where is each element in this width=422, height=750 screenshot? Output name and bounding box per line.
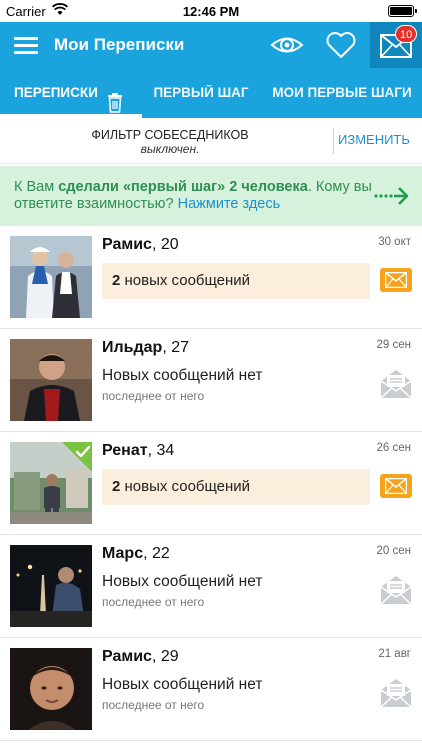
heart-icon[interactable] — [325, 30, 357, 60]
contact-name: Рамис, 29 — [102, 648, 179, 665]
open-chat-button[interactable] — [380, 268, 412, 292]
conversation-row[interactable]: Марс, 22 20 сен Новых сообщений нет посл… — [0, 535, 422, 638]
trash-icon[interactable] — [106, 84, 124, 113]
envelope-open-icon[interactable] — [379, 676, 413, 710]
new-messages-box[interactable]: 2 новых сообщений — [102, 469, 370, 505]
contact-name: Ренат, 34 — [102, 442, 175, 459]
message-date: 26 сен — [376, 442, 411, 454]
tab-my-first-steps[interactable]: МОИ ПЕРВЫЕ ШАГИ — [262, 68, 422, 118]
eye-icon[interactable] — [270, 30, 304, 60]
mail-icon — [385, 272, 407, 288]
clock: 12:46 PM — [182, 4, 240, 19]
message-date: 21 авг — [378, 648, 411, 660]
battery-icon — [388, 5, 417, 17]
envelope-open-icon[interactable] — [379, 367, 413, 401]
filter-state: выключен. — [140, 142, 200, 156]
change-filter-button[interactable]: ИЗМЕНИТЬ — [338, 132, 410, 147]
banner-link[interactable]: Нажмите здесь — [178, 196, 281, 212]
new-messages-label: новых сообщений — [120, 272, 251, 289]
banner-prefix: К Вам — [14, 179, 59, 195]
last-message-from: последнее от него — [102, 389, 205, 403]
app-bar: Мои Переписки 10 — [0, 22, 422, 68]
first-step-banner[interactable]: К Вам сделали «первый шаг» 2 человека. К… — [0, 166, 422, 226]
avatar[interactable] — [10, 339, 92, 421]
conversation-row[interactable]: Ильдар, 27 29 сен Новых сообщений нет по… — [0, 329, 422, 432]
last-message-from: последнее от него — [102, 698, 205, 712]
tab-bar: ПЕРЕПИСКИ ПЕРВЫЙ ШАГ МОИ ПЕРВЫЕ ШАГИ — [0, 68, 422, 118]
tab-conversations-label: ПЕРЕПИСКИ — [14, 85, 98, 100]
dotted-arrow-icon[interactable] — [374, 185, 410, 207]
filter-title: ФИЛЬТР СОБЕСЕДНИКОВ — [91, 128, 249, 142]
mail-icon — [385, 478, 407, 494]
avatar[interactable] — [10, 236, 92, 318]
filter-divider — [333, 128, 334, 154]
message-date: 30 окт — [378, 236, 411, 248]
conversation-list: Рамис, 20 30 окт 2 новых сообщений Ильда… — [0, 226, 422, 741]
menu-icon[interactable] — [14, 34, 38, 56]
no-new-messages: Новых сообщений нет — [102, 367, 263, 384]
avatar[interactable] — [10, 545, 92, 627]
open-chat-button[interactable] — [380, 474, 412, 498]
contact-name: Рамис, 20 — [102, 236, 179, 253]
envelope-open-icon[interactable] — [379, 573, 413, 607]
new-messages-label: новых сообщений — [120, 478, 251, 495]
tab-first-step[interactable]: ПЕРВЫЙ ШАГ — [142, 68, 260, 118]
last-message-from: последнее от него — [102, 595, 205, 609]
partner-filter: ФИЛЬТР СОБЕСЕДНИКОВ выключен. ИЗМЕНИТЬ — [0, 118, 422, 164]
banner-bold-text: сделали «первый шаг» 2 человека — [58, 179, 308, 195]
avatar[interactable] — [10, 648, 92, 730]
conversation-row[interactable]: Рамис, 20 30 окт 2 новых сообщений — [0, 226, 422, 329]
conversation-row[interactable]: Рамис, 29 21 авг Новых сообщений нет пос… — [0, 638, 422, 741]
conversation-row[interactable]: Ренат, 34 26 сен 2 новых сообщений — [0, 432, 422, 535]
no-new-messages: Новых сообщений нет — [102, 573, 263, 590]
message-date: 29 сен — [376, 339, 411, 351]
status-bar: Carrier 12:46 PM — [0, 0, 422, 22]
verified-check-icon — [62, 442, 92, 472]
message-date: 20 сен — [376, 545, 411, 557]
tab-conversations[interactable]: ПЕРЕПИСКИ — [0, 68, 142, 118]
banner-text: К Вам сделали «первый шаг» 2 человека. К… — [14, 179, 374, 213]
new-messages-box[interactable]: 2 новых сообщений — [102, 263, 370, 299]
contact-name: Ильдар, 27 — [102, 339, 190, 356]
contact-name: Марс, 22 — [102, 545, 170, 562]
unread-badge: 10 — [395, 25, 418, 43]
page-title: Мои Переписки — [54, 35, 185, 54]
no-new-messages: Новых сообщений нет — [102, 676, 263, 693]
